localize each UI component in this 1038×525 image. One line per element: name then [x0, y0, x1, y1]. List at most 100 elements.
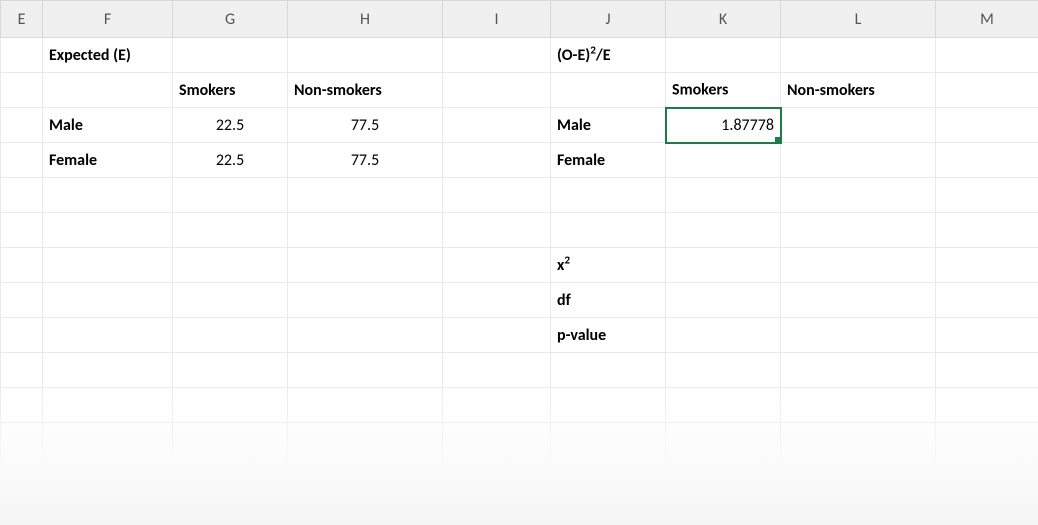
cell-L10[interactable] [781, 318, 936, 353]
cell-E8[interactable] [1, 248, 43, 283]
cell-E13[interactable] [1, 423, 43, 458]
cell-J3[interactable] [551, 73, 666, 108]
cell-L4[interactable] [781, 108, 936, 143]
cell-E4[interactable] [1, 108, 43, 143]
cell-E5[interactable] [1, 143, 43, 178]
cell-L6[interactable] [781, 178, 936, 213]
cell-E12[interactable] [1, 388, 43, 423]
cell-H13[interactable] [288, 423, 443, 458]
cell-I3[interactable] [443, 73, 551, 108]
cell-K3-col-smokers[interactable]: Smokers [666, 73, 781, 108]
col-header-J[interactable]: J [551, 1, 666, 38]
cell-H9[interactable] [288, 283, 443, 318]
cell-G13[interactable] [173, 423, 288, 458]
cell-E2[interactable] [1, 38, 43, 73]
cell-H6[interactable] [288, 178, 443, 213]
cell-G6[interactable] [173, 178, 288, 213]
cell-G2[interactable] [173, 38, 288, 73]
cell-J9-df[interactable]: df [551, 283, 666, 318]
cell-L7[interactable] [781, 213, 936, 248]
cell-L13[interactable] [781, 423, 936, 458]
cell-K7[interactable] [666, 213, 781, 248]
cell-H14[interactable] [288, 458, 443, 493]
cell-L3-col-nonsmokers[interactable]: Non-smokers [781, 73, 936, 108]
cell-K13[interactable] [666, 423, 781, 458]
cell-L8[interactable] [781, 248, 936, 283]
cell-I11[interactable] [443, 353, 551, 388]
cell-H7[interactable] [288, 213, 443, 248]
cell-H5-female-nonsmokers[interactable]: 77.5 [288, 143, 443, 178]
col-header-G[interactable]: G [173, 1, 288, 38]
cell-M12[interactable] [936, 388, 1038, 423]
col-header-L[interactable]: L [781, 1, 936, 38]
autofill-handle[interactable] [774, 136, 781, 143]
cell-J13[interactable] [551, 423, 666, 458]
cell-G7[interactable] [173, 213, 288, 248]
cell-M14[interactable] [936, 458, 1038, 493]
cell-G9[interactable] [173, 283, 288, 318]
cell-F7[interactable] [43, 213, 173, 248]
cell-G4-male-smokers[interactable]: 22.5 [173, 108, 288, 143]
cell-F10[interactable] [43, 318, 173, 353]
cell-K2[interactable] [666, 38, 781, 73]
cell-L12[interactable] [781, 388, 936, 423]
cell-J8-chi2[interactable]: x2 [551, 248, 666, 283]
cell-G8[interactable] [173, 248, 288, 283]
cell-L2[interactable] [781, 38, 936, 73]
cell-K10[interactable] [666, 318, 781, 353]
cell-F6[interactable] [43, 178, 173, 213]
cell-K12[interactable] [666, 388, 781, 423]
cell-M9[interactable] [936, 283, 1038, 318]
cell-I5[interactable] [443, 143, 551, 178]
cell-H3-col-nonsmokers[interactable]: Non-smokers [288, 73, 443, 108]
cell-F13[interactable] [43, 423, 173, 458]
cell-K4-male-smokers-selected[interactable]: 1.87778 + [666, 108, 781, 143]
cell-M4[interactable] [936, 108, 1038, 143]
cell-F9[interactable] [43, 283, 173, 318]
cell-J4-male[interactable]: Male [551, 108, 666, 143]
cell-M5[interactable] [936, 143, 1038, 178]
cell-F14[interactable] [43, 458, 173, 493]
cell-M11[interactable] [936, 353, 1038, 388]
cell-I8[interactable] [443, 248, 551, 283]
cell-E10[interactable] [1, 318, 43, 353]
cell-E14[interactable] [1, 458, 43, 493]
col-header-F[interactable]: F [43, 1, 173, 38]
cell-I2[interactable] [443, 38, 551, 73]
cell-J14[interactable] [551, 458, 666, 493]
cell-G11[interactable] [173, 353, 288, 388]
cell-F2-expected-title[interactable]: Expected (E) [43, 38, 173, 73]
cell-M3[interactable] [936, 73, 1038, 108]
cell-H4-male-nonsmokers[interactable]: 77.5 [288, 108, 443, 143]
cell-M10[interactable] [936, 318, 1038, 353]
spreadsheet-grid[interactable]: E F G H I J K L M Expected (E) (O-E)2/E … [0, 0, 1038, 493]
cell-M6[interactable] [936, 178, 1038, 213]
cell-K14[interactable] [666, 458, 781, 493]
cell-K11[interactable] [666, 353, 781, 388]
cell-J2-OE-title[interactable]: (O-E)2/E [551, 38, 666, 73]
cell-K5[interactable] [666, 143, 781, 178]
cell-G14[interactable] [173, 458, 288, 493]
cell-H12[interactable] [288, 388, 443, 423]
cell-L9[interactable] [781, 283, 936, 318]
cell-L11[interactable] [781, 353, 936, 388]
cell-J12[interactable] [551, 388, 666, 423]
col-header-I[interactable]: I [443, 1, 551, 38]
cell-I6[interactable] [443, 178, 551, 213]
cell-I7[interactable] [443, 213, 551, 248]
cell-J7[interactable] [551, 213, 666, 248]
cell-L5[interactable] [781, 143, 936, 178]
cell-G10[interactable] [173, 318, 288, 353]
cell-H2[interactable] [288, 38, 443, 73]
cell-M7[interactable] [936, 213, 1038, 248]
cell-G3-col-smokers[interactable]: Smokers [173, 73, 288, 108]
cell-E7[interactable] [1, 213, 43, 248]
cell-E11[interactable] [1, 353, 43, 388]
cell-M2[interactable] [936, 38, 1038, 73]
cell-I9[interactable] [443, 283, 551, 318]
col-header-H[interactable]: H [288, 1, 443, 38]
cell-M13[interactable] [936, 423, 1038, 458]
col-header-K[interactable]: K [666, 1, 781, 38]
cell-J11[interactable] [551, 353, 666, 388]
cell-H10[interactable] [288, 318, 443, 353]
